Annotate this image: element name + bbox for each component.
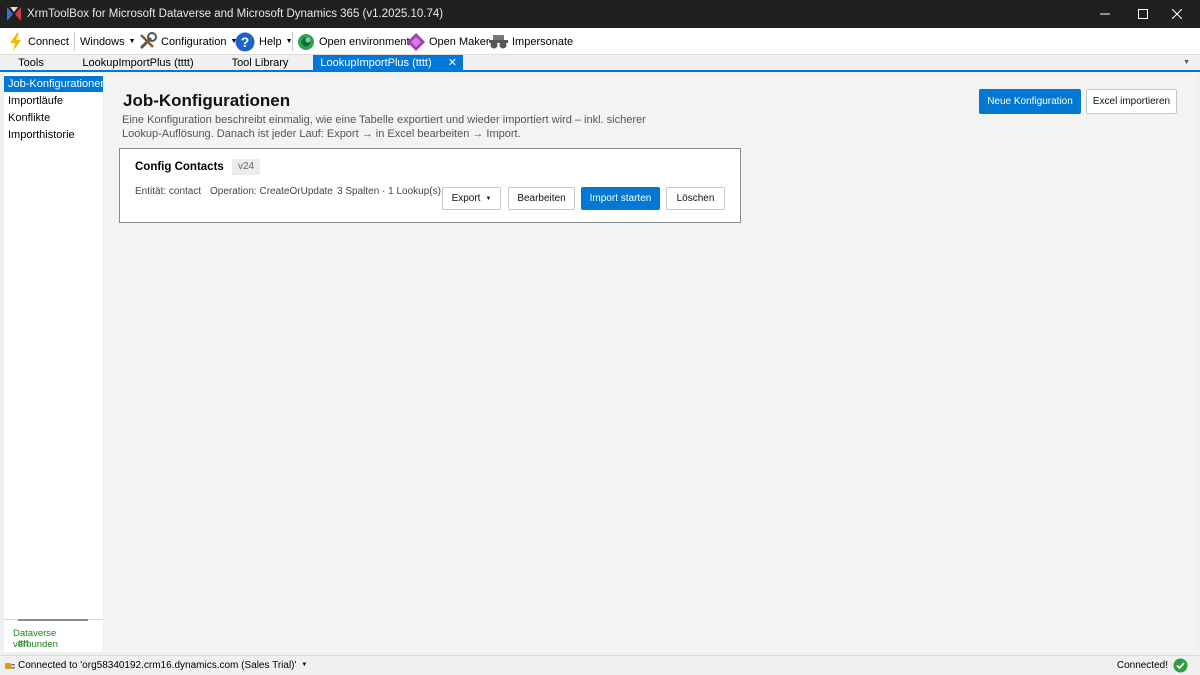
import-excel-button[interactable]: Excel importieren <box>1086 89 1177 114</box>
close-icon <box>1172 9 1182 19</box>
toolbar-separator <box>74 32 75 51</box>
title-bar: XrmToolBox for Microsoft Dataverse and M… <box>0 0 1200 28</box>
chevron-down-icon: ▼ <box>301 662 308 668</box>
lightning-icon <box>10 32 21 51</box>
entity-text: Entität: contact <box>135 186 202 197</box>
svg-text:?: ? <box>241 34 250 50</box>
tab-lookupimportplus-1[interactable]: LookupImportPlus (tttt) <box>68 55 208 71</box>
left-navigation: Job-Konfigurationen Importläufe Konflikt… <box>4 74 103 652</box>
sidebar-item-job-konfigurationen[interactable]: Job-Konfigurationen <box>4 76 103 92</box>
new-configuration-button[interactable]: Neue Konfiguration <box>979 89 1081 114</box>
tab-close-icon[interactable]: ✕ <box>448 56 457 69</box>
main-toolbar: Connect Windows ▼ Configuration ▼ ? Help ▼ … <box>0 28 1200 55</box>
chevron-down-icon: ▼ <box>128 38 136 45</box>
configuration-menu[interactable]: Configuration ▼ <box>138 28 237 55</box>
summary-text: 3 Spalten · 1 Lookup(s) <box>337 186 441 197</box>
tab-label: LookupImportPlus (tttt) <box>82 57 194 69</box>
delete-button[interactable]: Löschen <box>666 187 725 210</box>
connection-info[interactable]: Connected to 'org58340192.crm16.dynamics… <box>4 659 307 671</box>
configuration-label: Configuration <box>161 35 227 48</box>
page-description: Eine Konfiguration beschreibt einmalig, … <box>122 114 646 140</box>
check-circle-icon <box>1173 658 1188 673</box>
help-menu[interactable]: ? Help ▼ <box>235 28 293 55</box>
power-apps-icon <box>407 32 425 51</box>
start-import-button[interactable]: Import starten <box>581 187 660 210</box>
windows-label: Windows <box>80 35 125 48</box>
tab-lookupimportplus-active[interactable]: LookupImportPlus (tttt) ✕ <box>313 55 463 71</box>
chevron-down-icon: ▼ <box>485 195 492 202</box>
impersonate-icon <box>489 34 508 48</box>
export-dropdown-button[interactable]: Export ▼ <box>442 187 501 210</box>
connection-user-text: tttt <box>18 638 29 649</box>
tab-label: Tools <box>18 57 44 69</box>
chevron-down-icon[interactable]: ▼ <box>1183 59 1190 66</box>
tab-tools[interactable]: Tools <box>4 55 58 71</box>
open-environment-button[interactable]: Open environment <box>297 28 410 55</box>
connected-status-text: Connected! <box>1116 660 1168 671</box>
config-card: Config Contacts v24 Entität: contact Ope… <box>119 148 741 223</box>
wrench-screwdriver-icon <box>139 32 157 50</box>
connect-label: Connect <box>28 35 69 48</box>
page-title: Job-Konfigurationen <box>123 91 291 110</box>
help-icon: ? <box>235 32 255 51</box>
dataverse-icon <box>298 33 314 50</box>
sidebar-item-importhistorie[interactable]: Importhistorie <box>4 127 103 143</box>
connection-status: Connected! <box>1117 658 1188 673</box>
help-label: Help <box>259 35 282 48</box>
main-panel: Job-Konfigurationen Eine Konfiguration b… <box>104 74 1196 652</box>
minimize-icon <box>1100 13 1110 15</box>
tab-strip: Tools LookupImportPlus (tttt) Tool Libra… <box>0 55 1200 72</box>
status-bar: Connected to 'org58340192.crm16.dynamics… <box>0 655 1200 675</box>
version-badge: v24 <box>232 159 261 175</box>
maximize-icon <box>1138 9 1148 19</box>
horizontal-scrollbar[interactable] <box>18 619 88 621</box>
window-title: XrmToolBox for Microsoft Dataverse and M… <box>27 8 444 20</box>
close-button[interactable] <box>1154 0 1200 28</box>
sidebar-item-konflikte[interactable]: Konflikte <box>4 110 103 126</box>
impersonate-button[interactable]: Impersonate <box>489 28 573 55</box>
tab-label: Tool Library <box>231 57 289 69</box>
open-maker-button[interactable]: Open Maker <box>407 28 490 55</box>
windows-menu[interactable]: Windows ▼ <box>80 28 136 55</box>
xrmtoolbox-logo-icon <box>7 7 21 21</box>
tab-tool-library[interactable]: Tool Library <box>214 55 306 71</box>
sidebar-item-importlaeufe[interactable]: Importläufe <box>4 93 103 109</box>
export-label: Export <box>451 193 481 204</box>
toolbar-separator <box>292 32 293 51</box>
plug-icon <box>5 663 15 669</box>
connect-button[interactable]: Connect <box>8 28 69 55</box>
open-environment-label: Open environment <box>319 35 410 48</box>
config-title: Config Contacts <box>135 161 224 173</box>
edit-button[interactable]: Bearbeiten <box>508 187 575 210</box>
impersonate-label: Impersonate <box>512 35 574 48</box>
open-maker-label: Open Maker <box>429 35 490 48</box>
operation-text: Operation: CreateOrUpdate <box>210 186 333 197</box>
tab-label: LookupImportPlus (tttt) <box>320 57 432 69</box>
connection-text: Connected to 'org58340192.crm16.dynamics… <box>18 659 297 671</box>
